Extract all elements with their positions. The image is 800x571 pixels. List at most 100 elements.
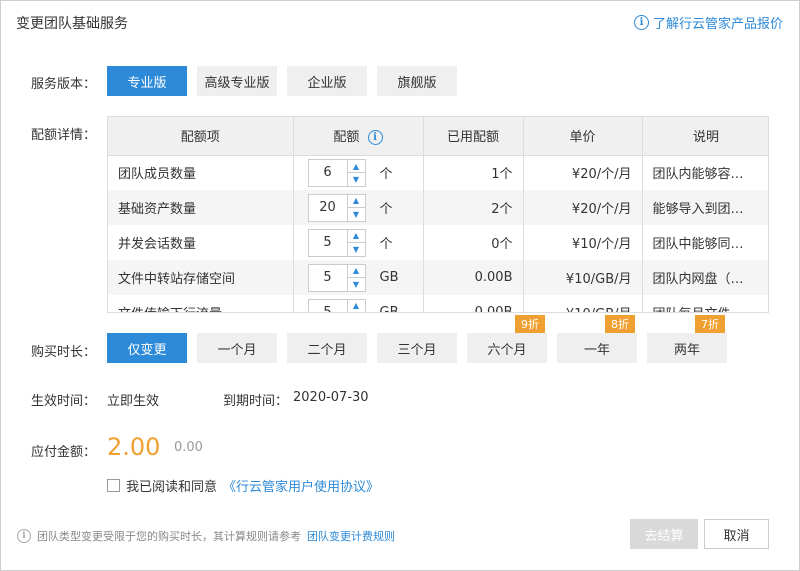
duration-option-label[interactable]: 二个月 <box>307 339 346 358</box>
row-qty-cell: 5 ▲ ▼ 个 <box>293 225 424 260</box>
discount-badge: 7折 <box>695 315 725 333</box>
version-label: 服务版本： <box>31 77 97 92</box>
duration-option-1-year[interactable]: 一年 8折 <box>557 315 637 363</box>
duration-option-6-months[interactable]: 六个月 9折 <box>467 315 547 363</box>
row-price: ¥10/个/月 <box>523 225 643 260</box>
info-icon: i <box>633 15 649 30</box>
row-qty-cell: 20 ▲ ▼ 个 <box>293 190 424 225</box>
info-icon: i <box>17 529 31 543</box>
duration-option-2-months[interactable]: 二个月 <box>287 333 367 363</box>
footer-note: i 团队类型变更受限于您的购买时长，其计算规则请参考 团队变更计费规则 <box>17 528 395 544</box>
row-name: 团队成员数量 <box>108 155 294 190</box>
billing-rules-link[interactable]: 团队变更计费规则 <box>307 528 395 544</box>
row-desc: 能够导入到团… <box>642 190 768 225</box>
quantity-stepper[interactable]: 20 ▲ ▼ <box>307 193 366 222</box>
header-price: 单价 <box>523 117 643 156</box>
payment-amount: 2.00 <box>107 433 161 461</box>
quantity-stepper[interactable]: 5 ▲▼ <box>307 263 366 292</box>
row-qty-cell: 6 ▲ ▼ 个 <box>293 155 424 190</box>
dialog-title: 变更团队基础服务 <box>16 16 128 32</box>
chevron-down-icon[interactable]: ▼ <box>348 173 365 186</box>
quota-label: 配额详情： <box>31 128 97 143</box>
duration-options: 仅变更 一个月 二个月 三个月 六个月 9折 一年 8折 两年 7折 <box>107 315 727 363</box>
chevron-down-icon[interactable]: ▼ <box>348 208 365 221</box>
chevron-up-icon[interactable]: ▲ <box>347 265 365 278</box>
discount-badge: 9折 <box>515 315 545 333</box>
duration-option-label[interactable]: 仅变更 <box>127 339 166 358</box>
header-quota: 配额 i <box>293 117 424 156</box>
duration-option-label[interactable]: 三个月 <box>397 339 436 358</box>
quota-table[interactable]: 配额项 配额 i 已用配额 单价 说明 团队成员数量 6 ▲ ▼ 个 1个 ¥2… <box>107 116 769 313</box>
expire-label: 到期时间： <box>223 394 289 409</box>
row-used: 0个 <box>423 225 524 260</box>
duration-label: 购买时长： <box>31 345 97 360</box>
row-price: ¥20/个/月 <box>523 190 643 225</box>
chevron-up-icon[interactable]: ▲ <box>348 300 365 313</box>
stepper-value[interactable]: 5 <box>309 230 347 256</box>
row-qty-cell: 5 ▲▼ GB <box>293 260 424 295</box>
row-price: ¥10/GB/月 <box>523 295 643 312</box>
change-service-dialog: 变更团队基础服务 i 了解行云管家产品报价 服务版本： 专业版 高级专业版 企业… <box>0 0 800 571</box>
duration-option-label[interactable]: 一年 <box>584 339 610 358</box>
chevron-down-icon[interactable]: ▼ <box>348 243 365 256</box>
duration-option-label[interactable]: 一个月 <box>217 339 256 358</box>
duration-option-label[interactable]: 两年 <box>674 339 700 358</box>
version-option-flagship[interactable]: 旗舰版 <box>377 66 457 96</box>
row-used: 2个 <box>423 190 524 225</box>
row-unit: 个 <box>379 237 393 252</box>
cancel-button[interactable]: 取消 <box>704 519 769 549</box>
payment-label: 应付金额： <box>31 445 97 460</box>
chevron-down-icon[interactable]: ▼ <box>348 278 365 291</box>
row-name: 文件传输下行流量 <box>108 295 294 312</box>
row-unit: GB <box>379 305 399 313</box>
duration-option-1-month[interactable]: 一个月 <box>197 333 277 363</box>
row-used: 1个 <box>423 155 524 190</box>
duration-option-label[interactable]: 六个月 <box>487 339 526 358</box>
footer-note-text: 团队类型变更受限于您的购买时长，其计算规则请参考 <box>37 530 301 543</box>
pricing-help-text[interactable]: 了解行云管家产品报价 <box>653 13 783 32</box>
row-used: 0.00B <box>423 260 524 295</box>
quantity-stepper[interactable]: 5 ▲▼ <box>307 298 366 313</box>
row-desc: 团队每月文件… <box>642 295 768 312</box>
agreement-row: 我已阅读和同意 《行云管家用户使用协议》 <box>107 476 379 495</box>
effective-label: 生效时间： <box>31 394 97 409</box>
row-name: 并发会话数量 <box>108 225 294 260</box>
table-row: 并发会话数量 5 ▲ ▼ 个 0个 ¥10/个/月 团队中能够同… <box>108 225 768 260</box>
chevron-up-icon[interactable]: ▲ <box>347 160 365 174</box>
stepper-value[interactable]: 5 <box>309 265 347 291</box>
row-unit: 个 <box>379 167 393 183</box>
row-name: 文件中转站存储空间 <box>108 260 294 295</box>
duration-option-3-months[interactable]: 三个月 <box>377 333 457 363</box>
table-row: 文件中转站存储空间 5 ▲ ▼ GB 0.00B ¥10/GB/月 团队内网盘（… <box>108 260 768 295</box>
agreement-checkbox[interactable] <box>107 479 120 492</box>
row-desc: 团队内网盘（… <box>642 260 768 295</box>
duration-option-change-only[interactable]: 仅变更 <box>107 333 187 363</box>
quantity-stepper[interactable]: 6 ▲ ▼ <box>307 158 366 187</box>
row-unit: GB <box>379 270 399 285</box>
header-quota-text: 配额 <box>333 130 360 146</box>
chevron-up-icon[interactable]: ▲ <box>347 195 365 208</box>
agreement-link[interactable]: 《行云管家用户使用协议》 <box>223 476 379 495</box>
header-quota-item: 配额项 <box>108 117 294 156</box>
stepper-value[interactable]: 5 <box>309 300 347 312</box>
checkout-button[interactable]: 去结算 <box>630 519 698 549</box>
version-option-pro[interactable]: 专业版 <box>107 66 187 96</box>
row-unit: 个 <box>379 202 393 217</box>
info-icon[interactable]: i <box>367 130 383 146</box>
row-qty-cell: 5 ▲▼ GB <box>293 295 424 313</box>
row-price: ¥20/个/月 <box>523 155 643 190</box>
table-row: 团队成员数量 6 ▲ ▼ 个 1个 ¥20/个/月 团队内能够容… <box>108 155 768 190</box>
version-option-advanced-pro[interactable]: 高级专业版 <box>197 66 277 96</box>
row-price: ¥10/GB/月 <box>523 260 643 295</box>
payment-original: 0.00 <box>174 440 203 455</box>
agreement-text: 我已阅读和同意 <box>126 480 218 495</box>
version-option-enterprise[interactable]: 企业版 <box>287 66 367 96</box>
stepper-value[interactable]: 20 <box>309 195 347 221</box>
row-used: 0.00B <box>423 295 524 312</box>
duration-option-2-years[interactable]: 两年 7折 <box>647 315 727 363</box>
quantity-stepper[interactable]: 5 ▲▼ <box>307 228 366 257</box>
chevron-up-icon[interactable]: ▲ <box>347 230 365 243</box>
stepper-value[interactable]: 6 <box>309 160 347 186</box>
pricing-help-link[interactable]: i 了解行云管家产品报价 <box>633 13 783 32</box>
row-desc: 团队内能够容… <box>642 155 768 190</box>
